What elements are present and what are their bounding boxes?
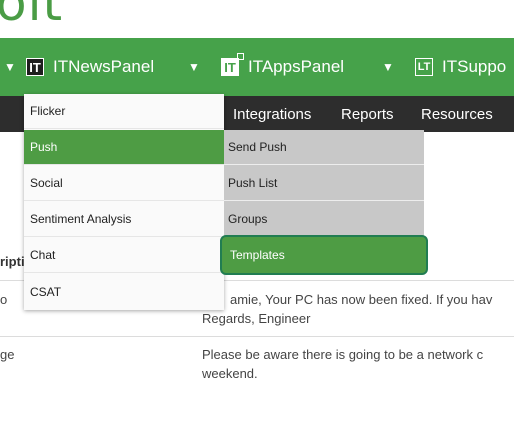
submenu-item-templates[interactable]: Templates: [220, 235, 428, 275]
push-submenu: Send Push Push List Groups Templates: [220, 130, 428, 275]
subnav-integrations[interactable]: Integrations: [233, 96, 311, 132]
nav-itnewspanel-label: ITNewsPanel: [53, 57, 155, 76]
submenu-item-send-push[interactable]: Send Push: [224, 130, 424, 165]
menu-item-flicker[interactable]: Flicker: [24, 94, 224, 129]
table-cell-message: Please be aware there is going to be a n…: [202, 347, 484, 362]
chevron-down-icon[interactable]: ▼: [4, 38, 16, 96]
logo-badge-icon: [237, 53, 244, 60]
nav-itsupport-label: ITSuppo: [442, 57, 507, 76]
nav-itappspanel[interactable]: IT ITAppsPanel: [221, 38, 344, 96]
itappspanel-logo-icon: IT: [221, 53, 244, 76]
menu-item-csat[interactable]: CSAT: [24, 274, 224, 309]
table-cell-left: o: [0, 292, 8, 307]
menu-item-sentiment-analysis[interactable]: Sentiment Analysis: [24, 202, 224, 237]
top-navigation: ▼ IT ITNewsPanel ▼ IT ITAppsPanel ▼ LT I…: [0, 38, 514, 96]
submenu-item-groups[interactable]: Groups: [224, 202, 424, 237]
table-cell-message-line2: weekend.: [202, 366, 258, 381]
nav-itsupport[interactable]: LT ITSuppo: [415, 38, 506, 96]
table-header-description: ripti: [0, 254, 25, 269]
menu-item-push[interactable]: Push: [24, 130, 224, 165]
table-cell-message: amie, Your PC has now been fixed. If you…: [230, 292, 493, 307]
itnewspanel-dropdown-menu: Flicker Push Social Sentiment Analysis C…: [24, 94, 224, 310]
nav-itappspanel-label: ITAppsPanel: [248, 57, 345, 76]
table-cell-left: ge: [0, 347, 15, 362]
submenu-item-push-list[interactable]: Push List: [224, 166, 424, 201]
subnav-reports[interactable]: Reports: [341, 96, 394, 132]
chevron-down-icon[interactable]: ▼: [382, 38, 394, 96]
menu-item-social[interactable]: Social: [24, 166, 224, 201]
menu-item-chat[interactable]: Chat: [24, 238, 224, 273]
subnav-resources[interactable]: Resources: [421, 96, 493, 132]
chevron-down-icon[interactable]: ▼: [188, 38, 200, 96]
itsupport-logo-icon: LT: [415, 58, 433, 76]
table-cell-message-line2: Regards, Engineer: [202, 311, 311, 326]
brand-logo-text: oit: [0, 0, 64, 32]
table-divider: [0, 336, 514, 337]
nav-itnewspanel[interactable]: IT ITNewsPanel: [26, 38, 154, 96]
itnewspanel-logo-icon: IT: [26, 58, 44, 76]
